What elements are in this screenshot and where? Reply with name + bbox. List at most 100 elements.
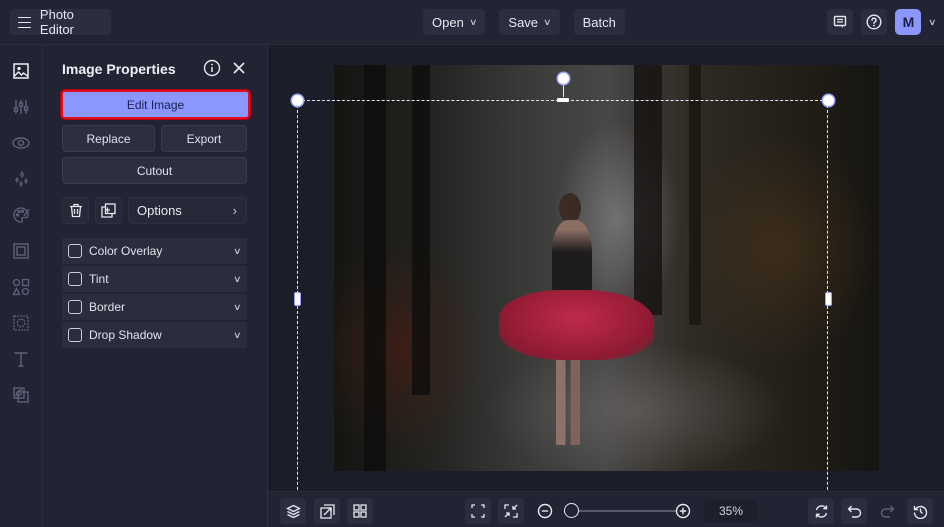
zoom-slider-track[interactable] — [574, 510, 676, 512]
eye-icon — [12, 137, 30, 149]
chevron-down-icon: ∨ — [233, 301, 242, 312]
resize-button[interactable] — [314, 498, 340, 524]
app-title: Photo Editor — [39, 7, 74, 37]
right-resize-handle[interactable] — [826, 293, 831, 305]
chevron-down-icon: ∨ — [543, 16, 552, 27]
accordion-border[interactable]: Border ∨ — [62, 294, 247, 320]
help-button[interactable] — [861, 9, 888, 35]
undo-button[interactable] — [841, 498, 867, 524]
drop-shadow-checkbox[interactable] — [68, 328, 82, 342]
zoom-percent-field[interactable]: 35% — [704, 500, 758, 522]
account-area: M ∨ — [827, 9, 937, 35]
chevron-right-icon: › — [232, 203, 237, 218]
duplicate-icon — [101, 203, 116, 218]
top-bar: Photo Editor Open ∨ Save ∨ Batch M ∨ — [0, 0, 944, 45]
help-icon — [866, 14, 882, 30]
editor-canvas[interactable] — [268, 45, 944, 491]
rail-item-effects[interactable] — [0, 161, 42, 197]
zoom-slider-thumb[interactable] — [564, 503, 579, 518]
overlay-icon — [13, 387, 29, 403]
file-menu: Open ∨ Save ∨ Batch — [423, 9, 625, 35]
shrink-icon — [504, 504, 518, 518]
batch-button[interactable]: Batch — [573, 9, 625, 35]
delete-button[interactable] — [62, 197, 89, 224]
effects-sparkle-icon — [15, 170, 28, 188]
save-menu-button[interactable]: Save ∨ — [499, 9, 560, 35]
grid-icon — [353, 504, 367, 518]
top-left-resize-handle[interactable] — [291, 94, 303, 106]
close-panel-button[interactable] — [230, 59, 248, 77]
fit-screen-button[interactable] — [465, 498, 491, 524]
zoom-in-button[interactable] — [675, 503, 691, 519]
tint-checkbox[interactable] — [68, 272, 82, 286]
redo-icon — [880, 505, 894, 518]
avatar[interactable]: M — [895, 9, 922, 35]
layers-button[interactable] — [280, 498, 306, 524]
rotate-handle[interactable] — [557, 72, 569, 84]
redo-button[interactable] — [874, 498, 900, 524]
accordion-color-overlay[interactable]: Color Overlay ∨ — [62, 238, 247, 264]
trash-icon — [69, 203, 82, 218]
image-icon — [13, 63, 29, 79]
options-button[interactable]: Options › — [128, 197, 247, 224]
app-menu-button[interactable]: Photo Editor — [10, 7, 111, 37]
grid-button[interactable] — [347, 498, 373, 524]
shapes-icon — [12, 278, 30, 296]
shrink-button[interactable] — [498, 498, 524, 524]
account-chevron-down-icon[interactable]: ∨ — [928, 17, 937, 28]
accordion-label: Drop Shadow — [89, 328, 162, 342]
rail-item-view[interactable] — [0, 125, 42, 161]
frame-icon — [13, 243, 29, 259]
fit-screen-icon — [471, 504, 485, 518]
rail-item-textures[interactable] — [0, 305, 42, 341]
layers-icon — [285, 504, 301, 518]
top-right-resize-handle[interactable] — [822, 94, 834, 106]
cutout-button[interactable]: Cutout — [62, 157, 247, 184]
info-button[interactable] — [203, 59, 221, 77]
selection-box[interactable] — [297, 100, 828, 491]
chevron-down-icon: ∨ — [233, 273, 242, 284]
accordion-label: Color Overlay — [89, 244, 163, 258]
open-menu-button[interactable]: Open ∨ — [423, 9, 486, 35]
rail-item-frames[interactable] — [0, 233, 42, 269]
reset-button[interactable] — [808, 498, 834, 524]
feedback-button[interactable] — [827, 9, 854, 35]
chevron-down-icon: ∨ — [468, 16, 478, 27]
zoom-out-button[interactable] — [537, 503, 553, 519]
options-label: Options — [137, 203, 182, 218]
palette-icon — [13, 207, 30, 223]
rail-item-graphics[interactable] — [0, 269, 42, 305]
close-icon — [233, 62, 245, 74]
rail-item-text[interactable] — [0, 341, 42, 377]
chevron-down-icon: ∨ — [233, 245, 242, 256]
save-label: Save — [508, 14, 539, 30]
color-overlay-checkbox[interactable] — [68, 244, 82, 258]
left-resize-handle[interactable] — [295, 293, 300, 305]
export-button[interactable]: Export — [161, 125, 247, 152]
top-resize-handle[interactable] — [557, 98, 569, 102]
rail-item-overlays[interactable] — [0, 377, 42, 413]
replace-button[interactable]: Replace — [62, 125, 155, 152]
bottom-toolbar: 35% — [268, 491, 944, 527]
accordion-label: Border — [89, 300, 126, 314]
tool-rail — [0, 45, 43, 527]
accordion-label: Tint — [89, 272, 109, 286]
rail-item-paint[interactable] — [0, 197, 42, 233]
hamburger-icon — [18, 16, 31, 29]
adjustments-icon — [13, 100, 29, 114]
chevron-down-icon: ∨ — [233, 329, 242, 340]
zoom-in-icon — [675, 503, 691, 519]
feedback-icon — [834, 15, 847, 28]
duplicate-button[interactable] — [95, 197, 122, 224]
border-checkbox[interactable] — [68, 300, 82, 314]
rail-item-adjustments[interactable] — [0, 89, 42, 125]
accordion-tint[interactable]: Tint ∨ — [62, 266, 247, 292]
accordion-drop-shadow[interactable]: Drop Shadow ∨ — [62, 322, 247, 348]
info-icon — [203, 59, 221, 77]
rail-item-image[interactable] — [0, 53, 42, 89]
edit-image-button[interactable]: Edit Image — [60, 89, 251, 120]
resize-icon — [319, 503, 335, 519]
text-icon — [14, 352, 28, 367]
history-icon — [913, 505, 927, 519]
history-button[interactable] — [907, 498, 933, 524]
